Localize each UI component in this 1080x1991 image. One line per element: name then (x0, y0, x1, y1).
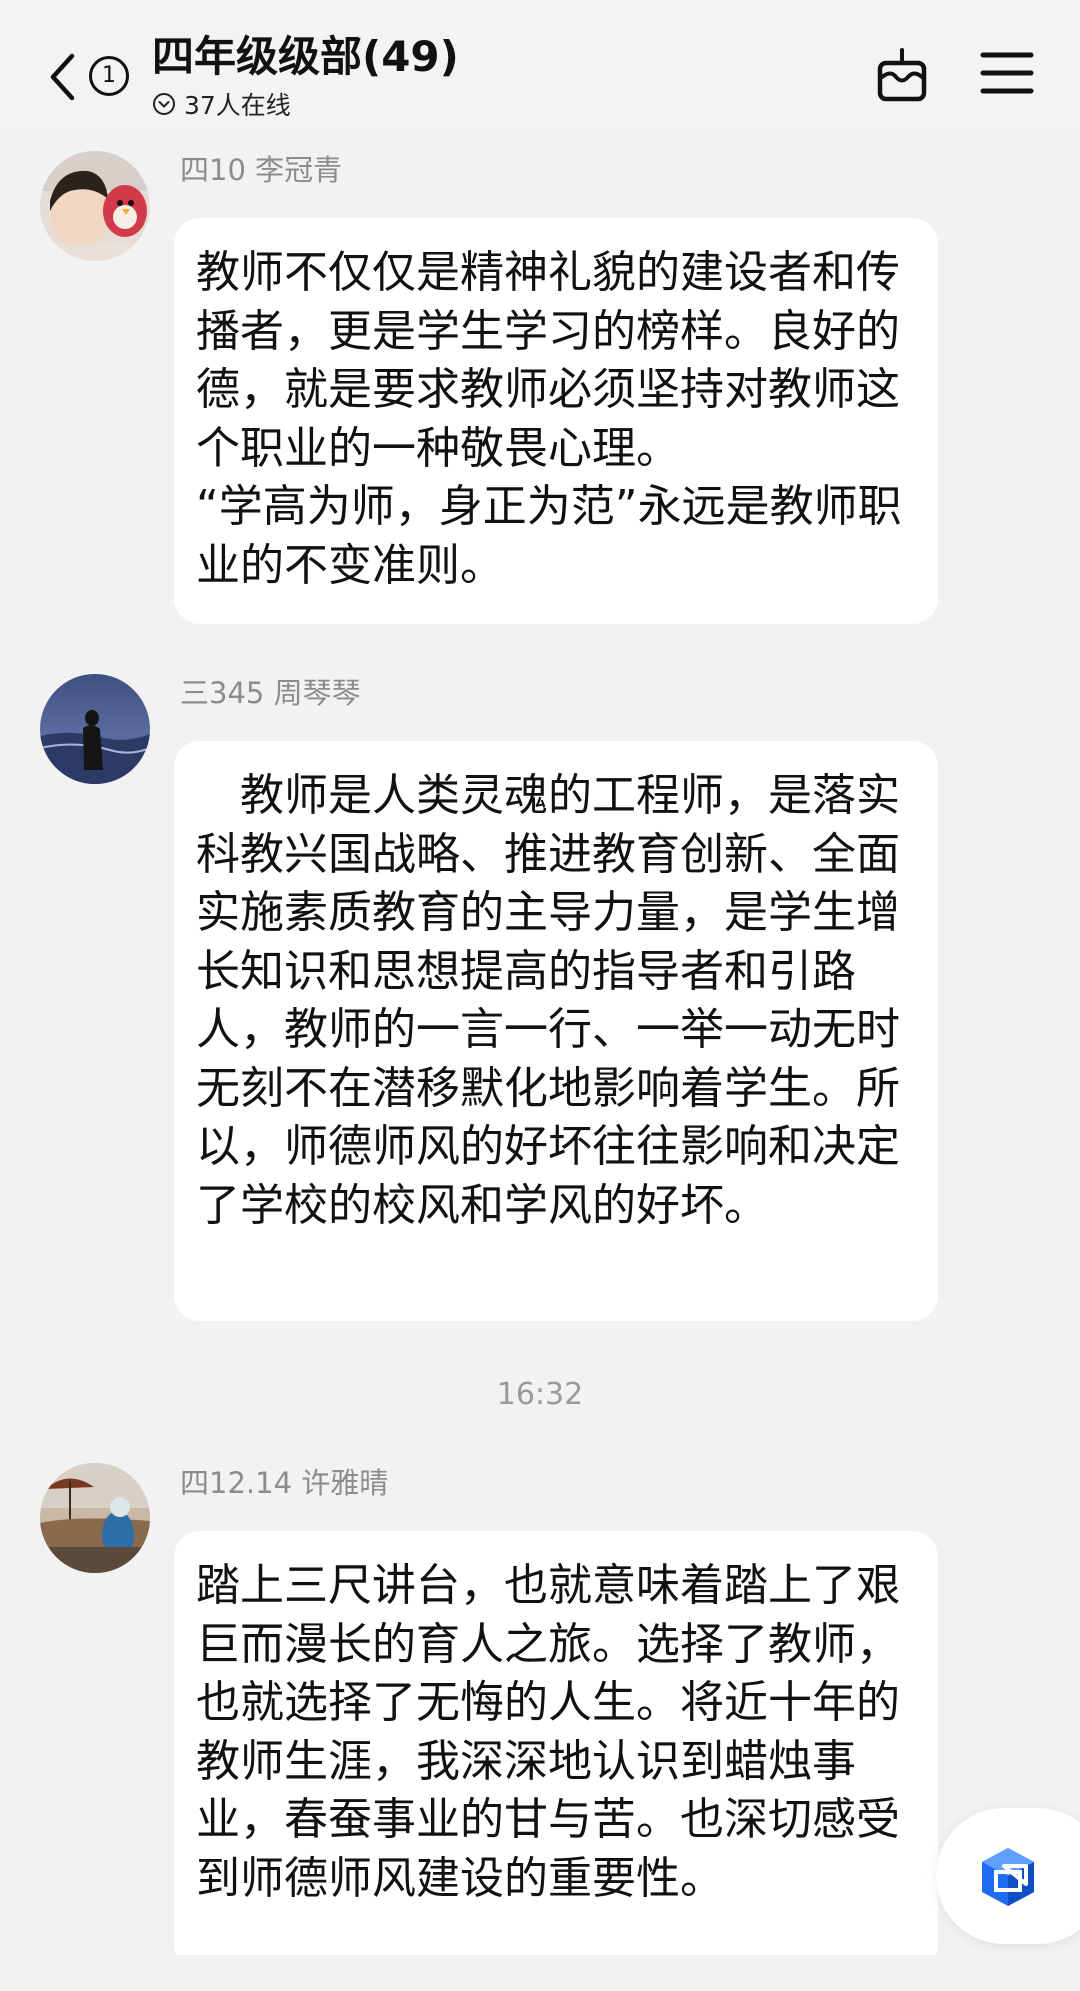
message-bubble[interactable]: 踏上三尺讲台，也就意味着踏上了艰巨而漫长的育人之旅。选择了教师，也就选择了无悔的… (174, 1531, 938, 1971)
sender-name: 四12.14 许雅晴 (180, 1466, 389, 1500)
chevron-left-icon (50, 53, 75, 101)
hamburger-menu-icon[interactable] (980, 50, 1034, 96)
back-button[interactable]: 1 (40, 42, 140, 112)
message-bubble[interactable]: 教师是人类灵魂的工程师，是落实科教兴国战略、推进教育创新、全面实施素质教育的主导… (174, 741, 938, 1321)
beach-umbrella-photo (40, 1463, 150, 1573)
message-text: 教师不仅仅是精神礼貌的建设者和传播者，更是学生学习的榜样。良好的德，就是要求教师… (196, 247, 902, 591)
message-text: 踏上三尺讲台，也就意味着踏上了艰巨而漫长的育人之旅。选择了教师，也就选择了无悔的… (196, 1560, 900, 1904)
birthday-cake-icon[interactable] (874, 46, 930, 104)
floating-assistant-button[interactable] (936, 1808, 1080, 1944)
avatar[interactable] (40, 151, 150, 261)
avatar[interactable] (40, 674, 150, 784)
chat-header: 1 四年级级部(49) 37人在线 (0, 0, 1080, 135)
online-status[interactable]: 37人在线 (152, 88, 291, 120)
unread-count-badge: 1 (89, 56, 129, 96)
sender-name: 四10 李冠青 (180, 153, 343, 187)
group-title[interactable]: 四年级级部(49) (152, 30, 459, 84)
stacked-cube-icon (982, 1848, 1034, 1906)
child-with-plush-toy-photo (40, 151, 150, 261)
sender-name: 三345 周琴琴 (180, 676, 361, 710)
person-by-sea-photo (40, 674, 150, 784)
bottom-edge (0, 1955, 1080, 1991)
timestamp: 16:32 (496, 1377, 584, 1412)
chevron-down-circle-icon (153, 93, 175, 115)
message-bubble[interactable]: 教师不仅仅是精神礼貌的建设者和传播者，更是学生学习的榜样。良好的德，就是要求教师… (174, 218, 938, 624)
online-count-label: 37人在线 (184, 91, 291, 120)
message-text: 教师是人类灵魂的工程师，是落实科教兴国战略、推进教育创新、全面实施素质教育的主导… (196, 770, 900, 1231)
avatar[interactable] (40, 1463, 150, 1573)
